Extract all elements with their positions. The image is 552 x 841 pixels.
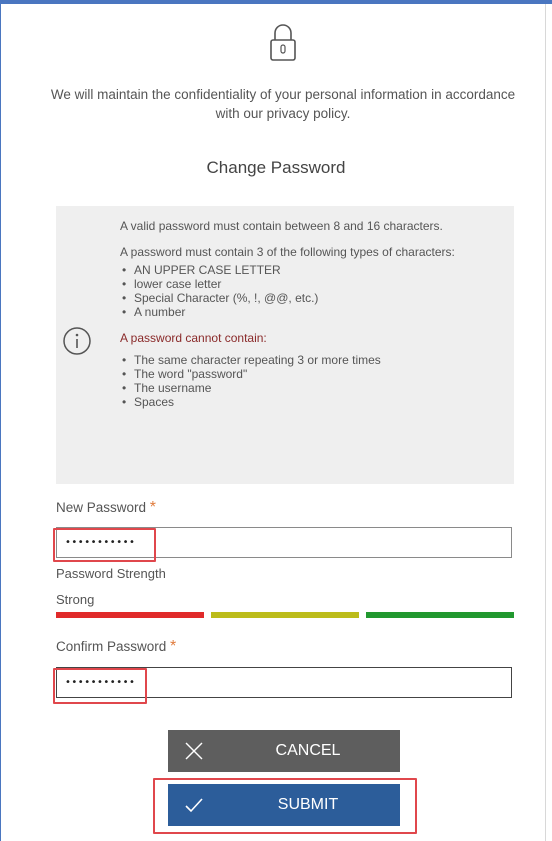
list-item: Spaces [122, 395, 504, 409]
page-title: Change Password [206, 158, 346, 177]
lock-icon [270, 24, 296, 61]
info-icon [63, 327, 91, 355]
list-item: Special Character (%, !, @@, etc.) [122, 291, 504, 305]
annotation-highlight [53, 528, 156, 562]
cannot-list: The same character repeating 3 or more t… [120, 353, 504, 409]
annotation-highlight [53, 668, 147, 704]
list-item: The username [122, 381, 504, 395]
left-border [0, 4, 1, 841]
close-icon [185, 742, 203, 760]
required-mark: * [149, 499, 157, 516]
list-item: The same character repeating 3 or more t… [122, 353, 504, 367]
strength-bar-medium [211, 612, 359, 618]
confirm-password-label: Confirm Password * [56, 638, 177, 655]
cannot-heading: A password cannot contain: [120, 331, 267, 345]
password-strength-value: Strong [56, 592, 95, 607]
required-mark: * [170, 638, 177, 655]
strength-bar-strong [366, 612, 514, 618]
list-item: The word "password" [122, 367, 504, 381]
privacy-notice: We will maintain the confidentiality of … [50, 87, 516, 121]
strength-bar-weak [56, 612, 204, 618]
list-item: lower case letter [122, 277, 504, 291]
password-rules-box: A valid password must contain between 8 … [56, 206, 514, 484]
password-strength-label: Password Strength [56, 566, 166, 581]
types-rule: A password must contain 3 of the followi… [120, 245, 455, 259]
list-item: A number [122, 305, 504, 319]
types-list: AN UPPER CASE LETTER lower case letter S… [120, 263, 504, 319]
cancel-button[interactable]: CANCEL [168, 730, 400, 772]
length-rule: A valid password must contain between 8 … [120, 219, 443, 233]
right-border [545, 4, 546, 841]
password-rules: A valid password must contain between 8 … [120, 219, 504, 409]
annotation-highlight [153, 778, 417, 834]
top-accent-bar [0, 0, 552, 4]
new-password-label: New Password * [56, 499, 157, 516]
list-item: AN UPPER CASE LETTER [122, 263, 504, 277]
cancel-label: CANCEL [275, 742, 341, 759]
